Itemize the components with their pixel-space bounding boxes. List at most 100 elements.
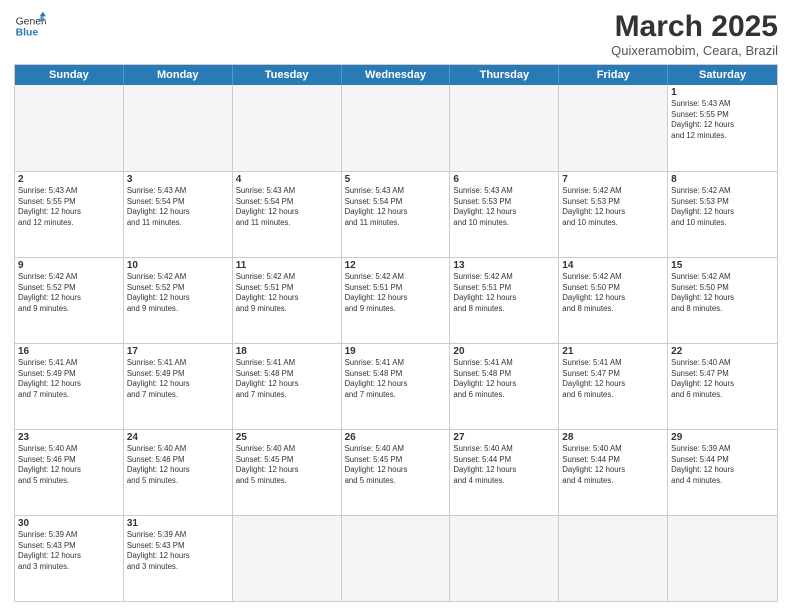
day-number: 11 xyxy=(236,260,338,271)
day-number: 13 xyxy=(453,260,555,271)
day-info: Sunrise: 5:41 AMSunset: 5:49 PMDaylight:… xyxy=(18,358,120,400)
day-number: 16 xyxy=(18,346,120,357)
week-row-1: 2Sunrise: 5:43 AMSunset: 5:55 PMDaylight… xyxy=(15,171,777,257)
calendar-day: 13Sunrise: 5:42 AMSunset: 5:51 PMDayligh… xyxy=(450,258,559,343)
calendar-day xyxy=(450,85,559,171)
day-info: Sunrise: 5:41 AMSunset: 5:48 PMDaylight:… xyxy=(345,358,447,400)
week-row-2: 9Sunrise: 5:42 AMSunset: 5:52 PMDaylight… xyxy=(15,257,777,343)
calendar-day: 1Sunrise: 5:43 AMSunset: 5:55 PMDaylight… xyxy=(668,85,777,171)
calendar-day: 17Sunrise: 5:41 AMSunset: 5:49 PMDayligh… xyxy=(124,344,233,429)
day-number: 29 xyxy=(671,432,774,443)
day-number: 24 xyxy=(127,432,229,443)
day-info: Sunrise: 5:42 AMSunset: 5:51 PMDaylight:… xyxy=(345,272,447,314)
day-info: Sunrise: 5:43 AMSunset: 5:54 PMDaylight:… xyxy=(127,186,229,228)
day-info: Sunrise: 5:40 AMSunset: 5:44 PMDaylight:… xyxy=(453,444,555,486)
calendar-day xyxy=(450,516,559,601)
calendar-day xyxy=(124,85,233,171)
calendar-day: 26Sunrise: 5:40 AMSunset: 5:45 PMDayligh… xyxy=(342,430,451,515)
day-info: Sunrise: 5:42 AMSunset: 5:52 PMDaylight:… xyxy=(127,272,229,314)
week-row-3: 16Sunrise: 5:41 AMSunset: 5:49 PMDayligh… xyxy=(15,343,777,429)
day-number: 17 xyxy=(127,346,229,357)
day-number: 6 xyxy=(453,174,555,185)
calendar-day: 28Sunrise: 5:40 AMSunset: 5:44 PMDayligh… xyxy=(559,430,668,515)
col-header-sunday: Sunday xyxy=(15,65,124,85)
day-number: 23 xyxy=(18,432,120,443)
calendar-day: 20Sunrise: 5:41 AMSunset: 5:48 PMDayligh… xyxy=(450,344,559,429)
day-info: Sunrise: 5:40 AMSunset: 5:46 PMDaylight:… xyxy=(127,444,229,486)
day-info: Sunrise: 5:42 AMSunset: 5:50 PMDaylight:… xyxy=(671,272,774,314)
calendar-day: 12Sunrise: 5:42 AMSunset: 5:51 PMDayligh… xyxy=(342,258,451,343)
col-header-tuesday: Tuesday xyxy=(233,65,342,85)
calendar-day: 2Sunrise: 5:43 AMSunset: 5:55 PMDaylight… xyxy=(15,172,124,257)
calendar-day: 30Sunrise: 5:39 AMSunset: 5:43 PMDayligh… xyxy=(15,516,124,601)
logo: General Blue xyxy=(14,10,46,42)
calendar-day xyxy=(342,85,451,171)
calendar-day: 22Sunrise: 5:40 AMSunset: 5:47 PMDayligh… xyxy=(668,344,777,429)
day-info: Sunrise: 5:40 AMSunset: 5:45 PMDaylight:… xyxy=(345,444,447,486)
day-info: Sunrise: 5:43 AMSunset: 5:55 PMDaylight:… xyxy=(671,99,774,141)
calendar-day: 9Sunrise: 5:42 AMSunset: 5:52 PMDaylight… xyxy=(15,258,124,343)
col-header-thursday: Thursday xyxy=(450,65,559,85)
calendar-day xyxy=(342,516,451,601)
day-number: 20 xyxy=(453,346,555,357)
calendar-day: 23Sunrise: 5:40 AMSunset: 5:46 PMDayligh… xyxy=(15,430,124,515)
page-header: General Blue March 2025 Quixeramobim, Ce… xyxy=(14,10,778,58)
calendar-day: 27Sunrise: 5:40 AMSunset: 5:44 PMDayligh… xyxy=(450,430,559,515)
day-info: Sunrise: 5:40 AMSunset: 5:44 PMDaylight:… xyxy=(562,444,664,486)
svg-text:Blue: Blue xyxy=(16,28,39,39)
col-header-friday: Friday xyxy=(559,65,668,85)
calendar-day: 31Sunrise: 5:39 AMSunset: 5:43 PMDayligh… xyxy=(124,516,233,601)
day-info: Sunrise: 5:42 AMSunset: 5:52 PMDaylight:… xyxy=(18,272,120,314)
day-info: Sunrise: 5:43 AMSunset: 5:55 PMDaylight:… xyxy=(18,186,120,228)
day-number: 15 xyxy=(671,260,774,271)
day-info: Sunrise: 5:39 AMSunset: 5:44 PMDaylight:… xyxy=(671,444,774,486)
day-number: 7 xyxy=(562,174,664,185)
day-info: Sunrise: 5:40 AMSunset: 5:45 PMDaylight:… xyxy=(236,444,338,486)
day-info: Sunrise: 5:41 AMSunset: 5:47 PMDaylight:… xyxy=(562,358,664,400)
day-number: 5 xyxy=(345,174,447,185)
day-number: 9 xyxy=(18,260,120,271)
col-header-wednesday: Wednesday xyxy=(342,65,451,85)
calendar-day: 25Sunrise: 5:40 AMSunset: 5:45 PMDayligh… xyxy=(233,430,342,515)
day-number: 26 xyxy=(345,432,447,443)
calendar-day xyxy=(233,85,342,171)
week-row-4: 23 Sunrise: 5:40 AMSunset: 5:46 PMDayligh… xyxy=(15,429,777,515)
day-info: Sunrise: 5:41 AMSunset: 5:48 PMDaylight:… xyxy=(236,358,338,400)
day-number: 27 xyxy=(453,432,555,443)
calendar-day: 10Sunrise: 5:42 AMSunset: 5:52 PMDayligh… xyxy=(124,258,233,343)
calendar-day: 4Sunrise: 5:43 AMSunset: 5:54 PMDaylight… xyxy=(233,172,342,257)
day-info: Sunrise: 5:39 AMSunset: 5:43 PMDaylight:… xyxy=(18,530,120,572)
title-block: March 2025 Quixeramobim, Ceara, Brazil xyxy=(611,10,778,58)
col-header-monday: Monday xyxy=(124,65,233,85)
calendar-day: 19Sunrise: 5:41 AMSunset: 5:48 PMDayligh… xyxy=(342,344,451,429)
day-number: 14 xyxy=(562,260,664,271)
calendar-day: 18Sunrise: 5:41 AMSunset: 5:48 PMDayligh… xyxy=(233,344,342,429)
calendar-day xyxy=(559,85,668,171)
day-info: Sunrise: 5:42 AMSunset: 5:50 PMDaylight:… xyxy=(562,272,664,314)
day-number: 19 xyxy=(345,346,447,357)
day-number: 31 xyxy=(127,518,229,529)
calendar-day: 21Sunrise: 5:41 AMSunset: 5:47 PMDayligh… xyxy=(559,344,668,429)
day-info: Sunrise: 5:39 AMSunset: 5:43 PMDaylight:… xyxy=(127,530,229,572)
calendar-day xyxy=(15,85,124,171)
calendar-day: 15Sunrise: 5:42 AMSunset: 5:50 PMDayligh… xyxy=(668,258,777,343)
day-number: 21 xyxy=(562,346,664,357)
day-info: Sunrise: 5:43 AMSunset: 5:54 PMDaylight:… xyxy=(345,186,447,228)
calendar-day: 11Sunrise: 5:42 AMSunset: 5:51 PMDayligh… xyxy=(233,258,342,343)
calendar-day xyxy=(668,516,777,601)
calendar-body: 1Sunrise: 5:43 AMSunset: 5:55 PMDaylight… xyxy=(15,85,777,601)
calendar-day: 6Sunrise: 5:43 AMSunset: 5:53 PMDaylight… xyxy=(450,172,559,257)
calendar-day: 29Sunrise: 5:39 AMSunset: 5:44 PMDayligh… xyxy=(668,430,777,515)
calendar-title: March 2025 xyxy=(611,10,778,43)
week-row-0: 1Sunrise: 5:43 AMSunset: 5:55 PMDaylight… xyxy=(15,85,777,171)
day-number: 3 xyxy=(127,174,229,185)
day-info: Sunrise: 5:41 AMSunset: 5:48 PMDaylight:… xyxy=(453,358,555,400)
calendar-day: 14Sunrise: 5:42 AMSunset: 5:50 PMDayligh… xyxy=(559,258,668,343)
day-number: 12 xyxy=(345,260,447,271)
day-info: Sunrise: 5:42 AMSunset: 5:51 PMDaylight:… xyxy=(236,272,338,314)
day-number: 10 xyxy=(127,260,229,271)
day-number: 8 xyxy=(671,174,774,185)
day-info: Sunrise: 5:42 AMSunset: 5:51 PMDaylight:… xyxy=(453,272,555,314)
generalblue-logo-icon: General Blue xyxy=(14,10,46,42)
calendar-day: 7Sunrise: 5:42 AMSunset: 5:53 PMDaylight… xyxy=(559,172,668,257)
